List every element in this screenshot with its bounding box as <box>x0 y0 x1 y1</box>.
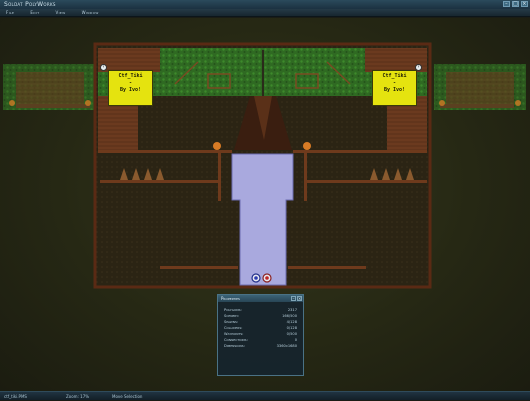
sign-right-line1: Ctf_Tiki <box>382 73 407 79</box>
right-island <box>434 64 526 110</box>
sign-left-line2: - <box>128 80 132 86</box>
prop-row-dimensions: Dimensions: 3360x1680 <box>218 343 303 349</box>
map-sign-right: Ctf_Tiki - By Ivo! <box>372 70 417 106</box>
selection-handle-right[interactable]: › <box>415 64 422 71</box>
prop-value: 3360x1680 <box>276 344 297 348</box>
properties-panel-header[interactable]: Properties – × <box>218 295 303 302</box>
window-titlebar: Soldat PolyWorks – □ × <box>0 0 530 9</box>
red-flag-icon <box>262 273 272 283</box>
left-island <box>3 64 95 110</box>
selection-handle-left[interactable]: ‹ <box>100 64 107 71</box>
menu-file[interactable]: File <box>6 9 14 16</box>
map-sign-left: Ctf_Tiki - By Ivo! <box>108 70 153 106</box>
properties-title: Properties <box>221 296 240 301</box>
close-button[interactable]: × <box>521 1 528 7</box>
properties-panel: Properties – × Polygons: 2317 Scenery: 166… <box>217 294 304 376</box>
prop-key: Dimensions: <box>224 344 245 348</box>
blue-flag-icon <box>251 273 261 283</box>
sign-right-line3: By Ivo! <box>383 87 406 93</box>
status-bar: ctf_tiki.PMS Zoom: 17% Move Selection <box>0 391 530 400</box>
sign-left-line3: By Ivo! <box>119 87 142 93</box>
sign-left-line1: Ctf_Tiki <box>118 73 143 79</box>
menu-bar: File Edit View Window <box>0 9 530 17</box>
menu-edit[interactable]: Edit <box>30 9 39 16</box>
menu-view[interactable]: View <box>56 9 66 16</box>
sign-right-line2: - <box>392 80 396 86</box>
panel-close-button[interactable]: × <box>297 296 302 301</box>
panel-minimize-button[interactable]: – <box>291 296 296 301</box>
maximize-button[interactable]: □ <box>512 1 519 7</box>
window-title: Soldat PolyWorks <box>4 1 56 8</box>
window-controls: – □ × <box>503 1 528 7</box>
menu-window[interactable]: Window <box>82 9 99 16</box>
minimize-button[interactable]: – <box>503 1 510 7</box>
